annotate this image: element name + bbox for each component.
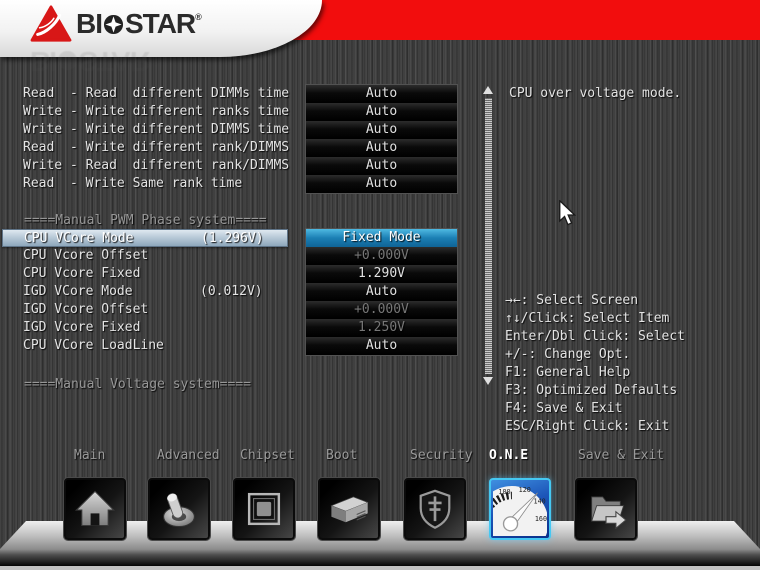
- tab-main[interactable]: Main: [74, 447, 105, 465]
- option-row-igd-vcore-fixed[interactable]: IGD Vcore Fixed: [2, 319, 288, 337]
- help-key-line: F1: General Help: [505, 365, 631, 380]
- logo-text-bi: BI: [76, 8, 103, 39]
- bios-screen: BI STAR ® BI STAR Read - Read different DIM…: [0, 0, 760, 570]
- dock-tile-save-exit[interactable]: [575, 478, 637, 540]
- option-row-igd-vcore-offset[interactable]: IGD Vcore Offset: [2, 301, 288, 319]
- logo-reflection: BI STAR: [30, 46, 150, 77]
- option-row-cpu-vcore-offset[interactable]: CPU Vcore Offset: [2, 247, 288, 265]
- svg-text:120: 120: [519, 486, 531, 494]
- option-label[interactable]: Read - Read different DIMMs time: [23, 85, 289, 103]
- help-key-line: →←: Select Screen: [505, 293, 639, 308]
- option-note: (0.012V): [200, 284, 263, 299]
- mouse-cursor: [559, 200, 576, 226]
- svg-text:140: 140: [534, 498, 546, 506]
- scroll-down-icon[interactable]: [483, 377, 493, 385]
- option-row-igd-vcore-mode[interactable]: IGD VCore Mode (0.012V): [2, 283, 288, 301]
- dock-tile-chipset[interactable]: [233, 478, 295, 540]
- value-field[interactable]: +0.000V: [306, 247, 457, 265]
- tab-chipset[interactable]: Chipset: [240, 447, 295, 465]
- scrollbar-track[interactable]: [485, 98, 492, 374]
- value-field[interactable]: Auto: [306, 157, 457, 175]
- value-field[interactable]: Auto: [306, 337, 457, 355]
- toggle-switch-icon: [163, 493, 195, 528]
- help-key-line: ↑↓/Click: Select Item: [505, 311, 670, 326]
- biostar-wordmark: BI STAR ®: [76, 6, 202, 42]
- value-field[interactable]: Auto: [306, 121, 457, 139]
- tab-advanced[interactable]: Advanced: [157, 447, 220, 465]
- value-field[interactable]: Auto: [306, 175, 457, 193]
- dock-tile-security[interactable]: [404, 478, 466, 540]
- dock-tile-boot[interactable]: [318, 478, 380, 540]
- option-row-cpu-vcore-fixed[interactable]: CPU Vcore Fixed: [2, 265, 288, 283]
- help-key-line: +/-: Change Opt.: [505, 347, 631, 362]
- option-row-cpu-vcore-loadline[interactable]: CPU VCore LoadLine: [2, 337, 288, 355]
- header-banner: BI STAR ® BI STAR: [0, 0, 322, 77]
- option-label[interactable]: Read - Write Same rank time: [23, 175, 242, 193]
- value-group-pwm: Fixed Mode +0.000V 1.290V Auto +0.000V 1…: [305, 228, 458, 356]
- dock-tile-advanced[interactable]: [148, 478, 210, 540]
- value-field[interactable]: Auto: [306, 103, 457, 121]
- option-label: CPU VCore Mode: [24, 231, 134, 246]
- dock-tile-one-active[interactable]: 100 120 140 160: [489, 478, 551, 540]
- scroll-up-icon[interactable]: [483, 86, 493, 94]
- help-key-line: ESC/Right Click: Exit: [505, 419, 670, 434]
- value-field[interactable]: Auto: [306, 139, 457, 157]
- value-field[interactable]: Auto: [306, 283, 457, 301]
- boot-drive-icon: [330, 496, 369, 523]
- section-header-voltage: ====Manual Voltage system====: [24, 377, 251, 392]
- value-group-timing: Auto Auto Auto Auto Auto Auto: [305, 84, 458, 194]
- value-field[interactable]: 1.290V: [306, 265, 457, 283]
- home-icon: [74, 490, 116, 527]
- dock-shelf-rod: [0, 549, 760, 566]
- value-field[interactable]: Auto: [306, 85, 457, 103]
- tab-security[interactable]: Security: [410, 447, 473, 465]
- dock-tile-main[interactable]: [64, 478, 126, 540]
- help-key-line: F3: Optimized Defaults: [505, 383, 678, 398]
- tab-save-exit[interactable]: Save & Exit: [578, 447, 664, 465]
- option-label[interactable]: Read - Write different rank/DIMMS: [23, 139, 289, 157]
- bottom-strip: [0, 566, 760, 570]
- option-row-cpu-vcore-mode[interactable]: CPU VCore Mode (1.296V): [2, 229, 288, 247]
- chipset-icon: [247, 492, 281, 526]
- section-header-pwm: ====Manual PWM Phase system====: [24, 213, 267, 228]
- svg-text:100: 100: [498, 488, 510, 496]
- help-key-line: F4: Save & Exit: [505, 401, 623, 416]
- option-label[interactable]: Write - Read different rank/DIMMS: [23, 157, 289, 175]
- biostar-logo: BI STAR ®: [30, 5, 202, 43]
- svg-text:160: 160: [535, 515, 547, 523]
- option-note: (1.296V): [201, 231, 264, 246]
- value-field[interactable]: 1.250V: [306, 319, 457, 337]
- value-field[interactable]: +0.000V: [306, 301, 457, 319]
- value-field-selected[interactable]: Fixed Mode: [306, 229, 457, 247]
- exit-folder-icon: [591, 496, 627, 530]
- option-label[interactable]: Write - Write different DIMMS time: [23, 121, 289, 139]
- option-label[interactable]: Write - Write different ranks time: [23, 103, 289, 121]
- tab-one[interactable]: O.N.E: [489, 447, 528, 465]
- logo-text-star: STAR: [125, 8, 196, 39]
- biostar-triangle-icon: [30, 5, 72, 42]
- gauge-icon: 100 120 140 160: [493, 486, 547, 536]
- logo-o-star-icon: [103, 14, 124, 34]
- tab-boot[interactable]: Boot: [326, 447, 357, 465]
- help-key-line: Enter/Dbl Click: Select: [505, 329, 686, 344]
- security-shield-icon: [419, 489, 451, 529]
- registered-mark: ®: [195, 12, 202, 22]
- help-description: CPU over voltage mode.: [509, 86, 682, 101]
